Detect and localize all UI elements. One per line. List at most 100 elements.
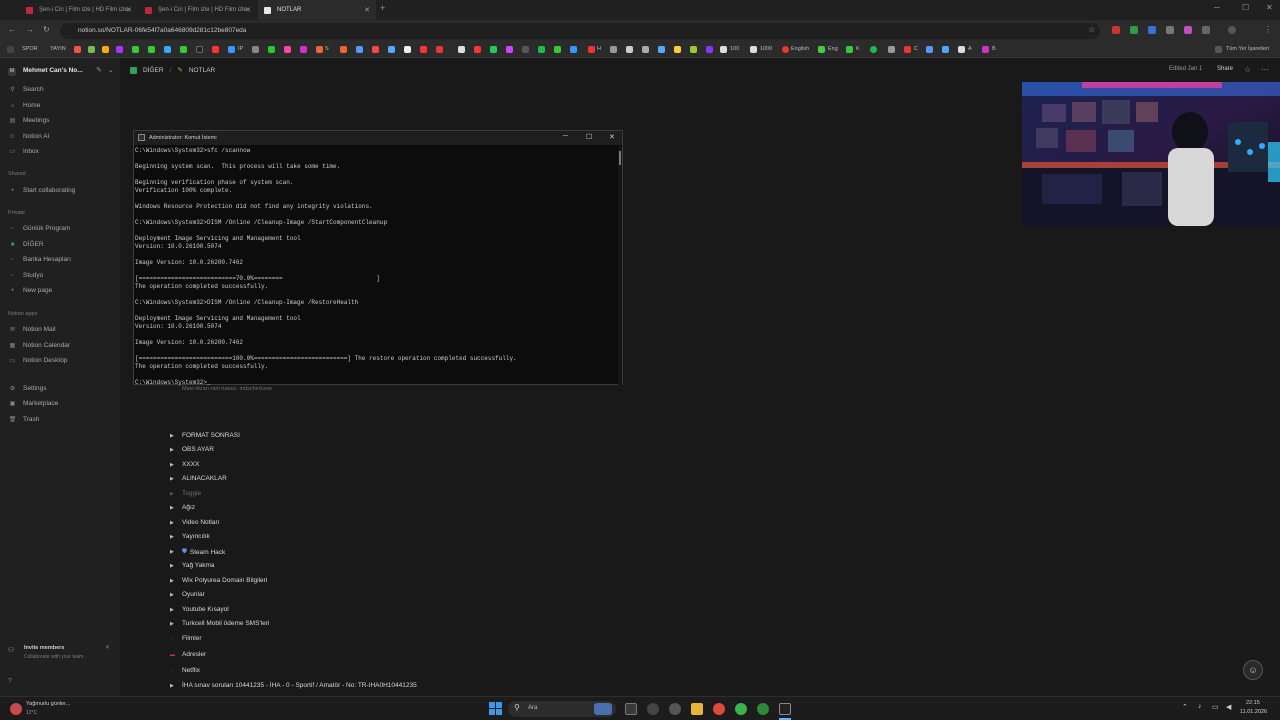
extension-icon[interactable] [1166, 26, 1174, 34]
toggle-item[interactable]: ▶ İHA sınav soruları 10441235 - İHA - 0 -… [170, 682, 417, 689]
toggle-item[interactable]: ▶ FORMAT SONRASI [170, 432, 240, 439]
chrome-icon[interactable] [713, 703, 725, 715]
toggle-triangle-icon[interactable]: ▶ [170, 621, 182, 627]
browser-tab[interactable]: Şen-i Cin | Film izle | HD Film izle ✕ [139, 0, 257, 20]
toggle-triangle-icon[interactable]: ▶ [170, 505, 182, 511]
bookmark-star-icon[interactable]: ☆ [1088, 25, 1095, 34]
tray-chevron-icon[interactable]: ⌃ [1182, 703, 1188, 711]
toggle-item[interactable]: ▶ Ağız [170, 504, 195, 511]
toggle-triangle-icon[interactable]: ▶ [170, 520, 182, 526]
sidebar-item-settings[interactable]: ⚙ Settings [8, 385, 47, 392]
close-tab-icon[interactable]: ✕ [245, 6, 251, 14]
browser-menu-icon[interactable]: ⋮ [1264, 25, 1272, 34]
settings-app-icon[interactable] [669, 703, 681, 715]
sidebar-item-notion-mail[interactable]: ✉ Notion Mail [8, 326, 56, 333]
bookmark-icon[interactable] [268, 46, 275, 53]
browser-tab[interactable]: Şen-i Cin | Film izle | HD Film izle ✕ [20, 0, 138, 20]
notion-ai-button[interactable]: ☺ [1243, 660, 1263, 680]
help-icon[interactable]: ? [8, 678, 12, 685]
toggle-triangle-icon[interactable]: ▶ [170, 433, 182, 439]
sidebar-item-studyo[interactable]: ▫ Studyo [8, 272, 43, 279]
bookmark-icon[interactable] [818, 46, 825, 53]
bookmark-icon[interactable] [904, 46, 911, 53]
bookmark-s[interactable]: S [325, 46, 329, 52]
share-button[interactable]: Share [1217, 66, 1233, 72]
bookmark-100[interactable]: 100 [730, 46, 739, 52]
cmd-titlebar[interactable]: Administrator: Komut İstemi ─ ☐ ✕ [134, 131, 622, 145]
scrollbar-thumb[interactable] [619, 151, 621, 165]
maximize-icon[interactable]: ☐ [1242, 3, 1249, 12]
app-icon[interactable] [735, 703, 747, 715]
bookmark-icon[interactable] [658, 46, 665, 53]
toggle-placeholder[interactable]: ▶ Toggle [170, 490, 201, 497]
sidebar-item-banka[interactable]: ▫ Banka Hesapları [8, 256, 71, 263]
task-view-icon[interactable] [625, 703, 637, 715]
minimize-icon[interactable]: ─ [563, 133, 568, 140]
all-bookmarks[interactable]: Tüm Yer İşaretleri [1226, 46, 1269, 52]
toggle-triangle-icon[interactable]: ▶ [170, 683, 182, 689]
close-tab-icon[interactable]: ✕ [126, 6, 132, 14]
toggle-item[interactable]: ▶ Oyunlar [170, 591, 205, 598]
sidebar-item-notion-ai[interactable]: ☺ Notion AI [8, 133, 49, 140]
bookmark-icon[interactable] [720, 46, 727, 53]
bookmark-icon[interactable] [570, 46, 577, 53]
taskbar-search[interactable]: ⚲ Ara [508, 701, 616, 717]
sidebar-item-inbox[interactable]: ▭ Inbox [8, 148, 39, 155]
bookmark-icon[interactable] [116, 46, 123, 53]
bookmark-icon[interactable] [356, 46, 363, 53]
bookmark-spor[interactable]: SPOR [22, 46, 38, 52]
chevron-down-icon[interactable]: ⌄ [108, 66, 114, 74]
bookmark-icon[interactable] [588, 46, 595, 53]
bookmark-icon[interactable] [372, 46, 379, 53]
bookmark-icon[interactable] [642, 46, 649, 53]
invite-members-card[interactable]: ⚇ Invite members Collaborate with your t… [8, 644, 112, 666]
favorite-star-icon[interactable]: ☆ [1244, 65, 1251, 74]
toggle-triangle-icon[interactable]: ▶ [170, 563, 182, 569]
sidebar-item-home[interactable]: ⌂ Home [8, 102, 41, 109]
toggle-triangle-icon[interactable]: ▶ [170, 578, 182, 584]
bookmark-a[interactable]: A [968, 46, 972, 52]
bookmark-eng[interactable]: Eng [828, 46, 838, 52]
close-icon[interactable]: ✕ [105, 644, 110, 651]
bookmark-icon[interactable] [404, 46, 411, 53]
sidebar-item-search[interactable]: ⚲ Search [8, 86, 43, 93]
bookmark-icon[interactable] [782, 46, 789, 53]
close-tab-icon[interactable]: ✕ [364, 6, 370, 14]
more-options-icon[interactable]: ⋯ [1261, 65, 1269, 74]
bookmark-icon[interactable] [706, 46, 713, 53]
sidebar-item-trash[interactable]: 🗑 Trash [8, 416, 40, 423]
bookmark-icon[interactable] [474, 46, 481, 53]
extension-icon[interactable] [1184, 26, 1192, 34]
toggle-triangle-icon[interactable]: ▶ [170, 607, 182, 613]
toggle-triangle-icon[interactable]: ▶ [170, 549, 182, 555]
bookmark-yayin[interactable]: YAYIN [50, 46, 66, 52]
bookmark-icon[interactable] [132, 46, 139, 53]
bookmark-icon[interactable] [228, 46, 235, 53]
bookmark-icon[interactable] [436, 46, 443, 53]
toggle-item[interactable]: ▶ XXXX [170, 461, 199, 468]
apps-icon[interactable] [7, 46, 14, 53]
windows-start-icon[interactable] [489, 702, 502, 715]
bookmark-icon[interactable] [674, 46, 681, 53]
new-page-icon[interactable]: ✎ [96, 66, 102, 74]
bookmark-ip[interactable]: IP [238, 46, 243, 52]
browser-tab-active[interactable]: NOTLAR ✕ [258, 0, 376, 20]
new-tab-button[interactable]: + [380, 3, 385, 13]
breadcrumb-notlar[interactable]: NOTLAR [189, 67, 215, 74]
toggle-item[interactable]: ▶ Yağ Yakma [170, 562, 215, 569]
toggle-triangle-icon[interactable]: ▶ [170, 447, 182, 453]
sidebar-item-diger[interactable]: ■ DİĞER [8, 241, 44, 248]
bookmark-icon[interactable] [522, 46, 529, 53]
toggle-item[interactable]: ▶ Youtube Kısayol [170, 606, 229, 613]
bookmark-icon[interactable] [610, 46, 617, 53]
sidebar-item-notion-desktop[interactable]: ▭ Notion Desktop [8, 357, 68, 364]
bookmark-icon[interactable] [340, 46, 347, 53]
bookmark-icon[interactable] [180, 46, 187, 53]
extension-icon[interactable] [1130, 26, 1138, 34]
extension-icon[interactable] [1148, 26, 1156, 34]
volume-icon[interactable]: ◀ [1226, 703, 1231, 711]
bookmark-icon[interactable] [74, 46, 81, 53]
bookmark-icon[interactable] [212, 46, 219, 53]
extensions-puzzle-icon[interactable] [1202, 26, 1210, 34]
sidebar-item-start-collaborating[interactable]: + Start collaborating [8, 187, 76, 194]
